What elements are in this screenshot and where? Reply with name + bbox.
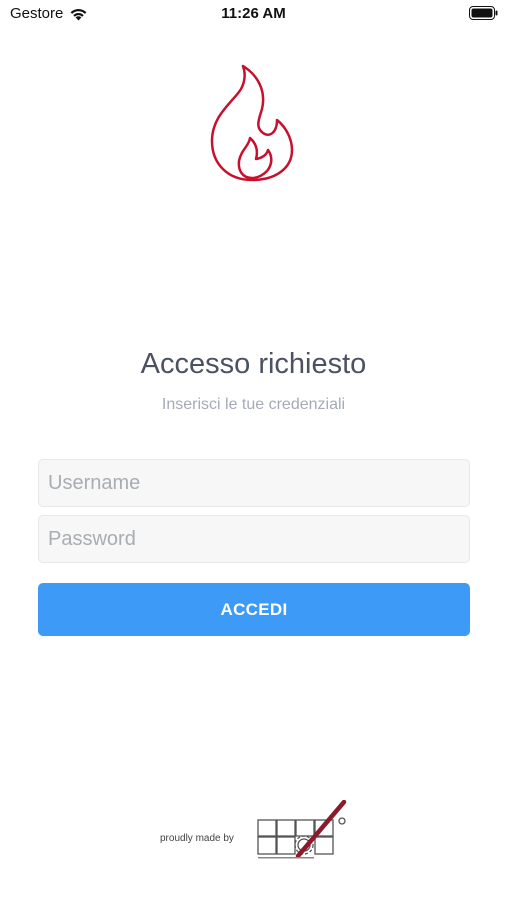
page-title: Accesso richiesto	[140, 348, 367, 380]
login-button[interactable]: ACCEDI	[38, 583, 470, 636]
username-input[interactable]	[38, 459, 470, 507]
footer-made-by: proudly made by	[160, 833, 234, 844]
status-bar: Gestore 11:26 AM	[0, 0, 507, 30]
password-input[interactable]	[38, 515, 470, 563]
company-logo	[257, 800, 347, 859]
battery-icon	[469, 6, 498, 20]
page-subtitle: Inserisci le tue credenziali	[161, 396, 346, 413]
status-time: 11:26 AM	[221, 5, 286, 22]
flame-logo-icon	[210, 64, 294, 182]
